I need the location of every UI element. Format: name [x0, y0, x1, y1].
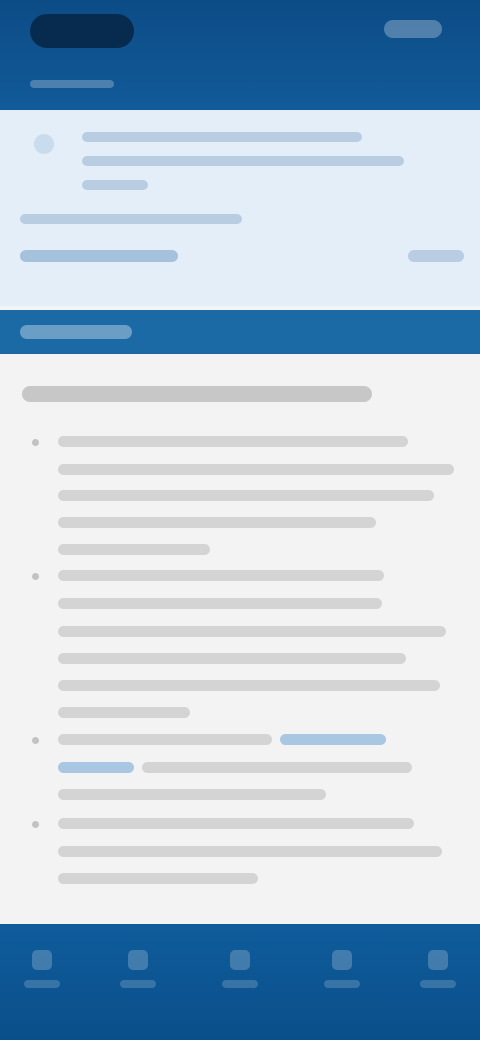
- profile-icon: [332, 950, 352, 970]
- banner-subtext: [20, 214, 242, 224]
- list-item-text: [58, 544, 210, 555]
- nav-item-label: [120, 980, 156, 988]
- list-item-text: [58, 490, 434, 501]
- nav-item-label: [420, 980, 456, 988]
- list-item-text: [58, 680, 440, 691]
- nav-item-label: [324, 980, 360, 988]
- nav-item-search[interactable]: [114, 950, 162, 1006]
- section-header: [0, 310, 480, 354]
- nav-item-home[interactable]: [18, 950, 66, 1006]
- app-bar: [0, 0, 480, 110]
- bullet-icon: [32, 573, 39, 580]
- section-title: [20, 325, 132, 339]
- list-item-text: [58, 734, 272, 745]
- banner-link[interactable]: [20, 250, 178, 262]
- nav-item-inbox[interactable]: [216, 950, 264, 1006]
- list-item-text: [58, 873, 258, 884]
- list-item-text: [58, 707, 190, 718]
- menu-icon: [428, 950, 448, 970]
- search-icon: [128, 950, 148, 970]
- list-item-text: [58, 846, 442, 857]
- list-item-text: [58, 653, 406, 664]
- account-icon[interactable]: [384, 20, 442, 38]
- content-title: [22, 386, 372, 402]
- info-icon: [34, 134, 54, 154]
- list-item-text: [58, 598, 382, 609]
- banner-action-button[interactable]: [408, 250, 464, 262]
- banner-text: [82, 132, 362, 142]
- info-banner: [0, 110, 480, 306]
- home-icon: [32, 950, 52, 970]
- list-item-text: [58, 464, 454, 475]
- banner-text: [82, 180, 148, 190]
- list-item-text: [58, 818, 414, 829]
- bottom-nav: [0, 924, 480, 1040]
- banner-text: [82, 156, 404, 166]
- bullet-icon: [32, 821, 39, 828]
- nav-item-profile[interactable]: [318, 950, 366, 1006]
- nav-item-label: [222, 980, 258, 988]
- list-item-text: [58, 626, 446, 637]
- inbox-icon: [230, 950, 250, 970]
- content-card: [0, 354, 480, 924]
- list-item-text: [58, 517, 376, 528]
- bullet-icon: [32, 439, 39, 446]
- bullet-icon: [32, 737, 39, 744]
- list-item-text: [58, 789, 326, 800]
- list-item-text: [58, 436, 408, 447]
- list-item-text: [142, 762, 412, 773]
- nav-item-menu[interactable]: [414, 950, 462, 1006]
- header-subtitle: [30, 80, 114, 88]
- inline-link[interactable]: [58, 762, 134, 773]
- nav-item-label: [24, 980, 60, 988]
- list-item-text: [58, 570, 384, 581]
- inline-link[interactable]: [280, 734, 386, 745]
- logo-icon[interactable]: [30, 14, 134, 48]
